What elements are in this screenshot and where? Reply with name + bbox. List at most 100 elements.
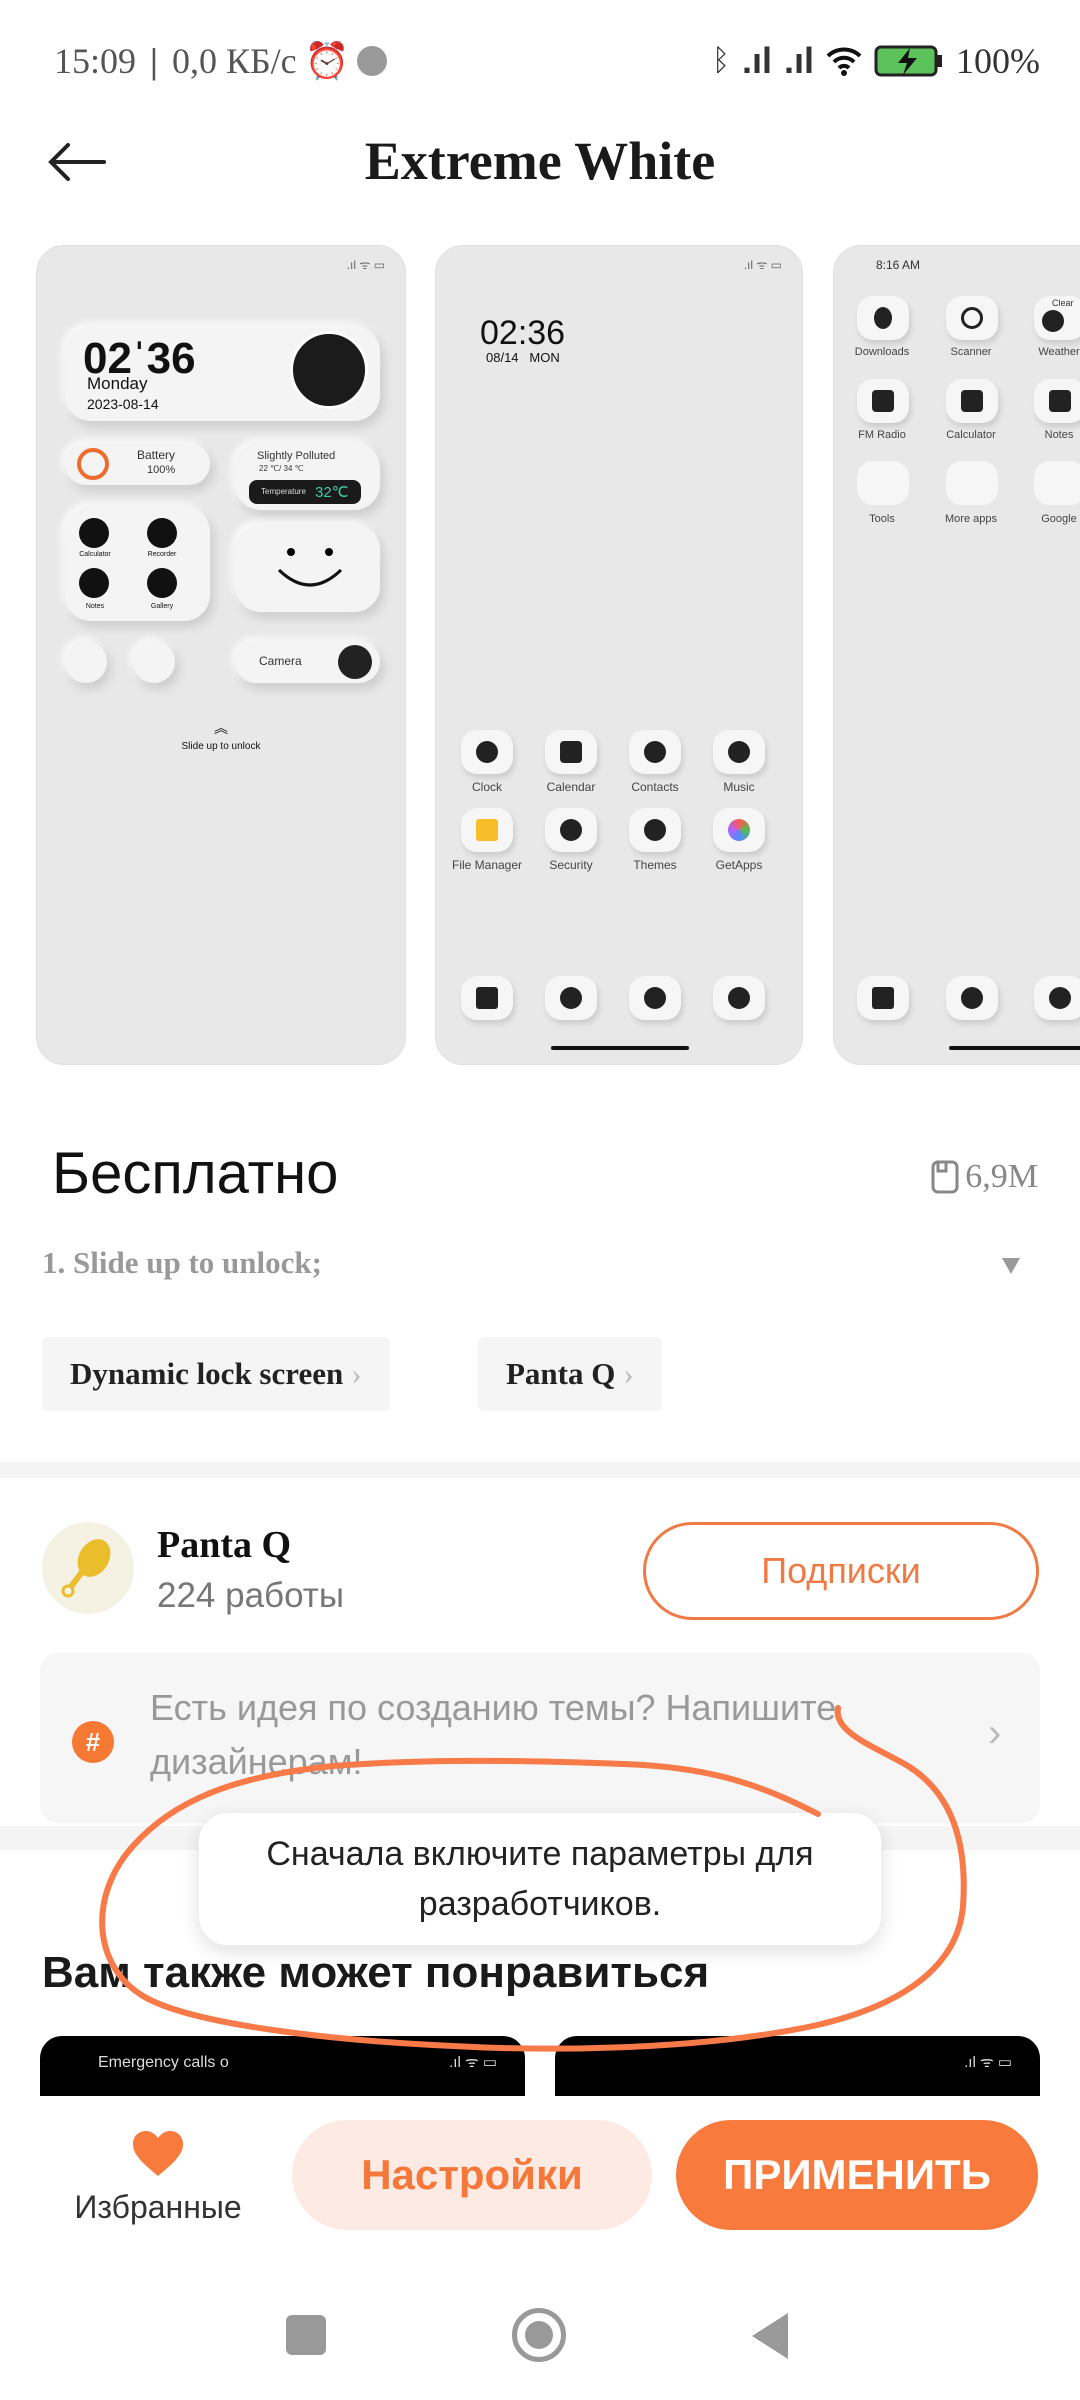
analog-clock-icon (290, 331, 368, 409)
app-label: Music (723, 780, 755, 794)
camera-label: Camera (259, 654, 302, 668)
home-time: 02:36 (480, 314, 566, 352)
phone-dock-icon (461, 976, 513, 1020)
toast-message: Сначала включите параметры для разработч… (198, 1812, 882, 1946)
tag-label: Panta Q (506, 1356, 616, 1391)
signal-icon: .ıl (783, 40, 814, 81)
recommend-thumb[interactable]: Emergency calls o .ıl ᯤ ▭ (40, 2036, 525, 2096)
calendar-app-icon (545, 730, 597, 774)
getapps-app-icon (713, 808, 765, 852)
drawer-time: 8:16 AM (876, 258, 921, 272)
alarm-icon: ⏰ (304, 41, 350, 81)
battery-ring-icon (77, 448, 109, 480)
favorite-button[interactable]: Избранные (58, 2130, 258, 2240)
app-label: GetApps (715, 858, 763, 872)
nav-back-button[interactable] (752, 2313, 788, 2359)
battery-charging-icon (874, 45, 942, 77)
subscribe-button[interactable]: Подписки (643, 1522, 1039, 1620)
file-size-value: 6,9M (965, 1158, 1038, 1195)
app-label: Calendar (546, 780, 596, 794)
nav-home-button[interactable] (512, 2308, 566, 2362)
preview-lockscreen[interactable]: .ıl ᯤ ▭ 02ˈ36 Monday 2023-08-14 Battery … (36, 245, 406, 1065)
security-app-icon (545, 808, 597, 852)
app-label: Weather (1038, 346, 1080, 358)
tag-label: Dynamic lock screen (70, 1356, 344, 1391)
designer-idea-text: Есть идея по созданию темы? Напишите диз… (150, 1687, 837, 1782)
nav-recents-button[interactable] (286, 2315, 326, 2355)
page-title: Extreme White (364, 131, 716, 191)
lock-day: Monday (87, 374, 148, 393)
designer-idea-card[interactable]: # Есть идея по созданию темы? Напишите д… (40, 1653, 1040, 1823)
slide-unlock-text: Slide up to unlock (181, 741, 261, 752)
battery-percent: 100% (956, 41, 1040, 81)
tag-panta-q[interactable]: Panta Q › (478, 1337, 662, 1411)
weather-text: Slightly Polluted (257, 450, 336, 462)
tag-dynamic-lock-screen[interactable]: Dynamic lock screen › (42, 1337, 390, 1411)
signal-icon: .ıl (741, 40, 772, 81)
recommend-title: Вам также может понравиться (42, 1948, 710, 1997)
smiley-widget (235, 524, 380, 612)
home-date: 08/14 (486, 350, 519, 365)
themes-app-icon (629, 808, 681, 852)
status-icons: .ıl ᯤ ▭ (449, 2054, 497, 2071)
contacts-app-icon (629, 730, 681, 774)
apply-button[interactable]: ПРИМЕНИТЬ (676, 2120, 1038, 2230)
app-label: Calculator (79, 551, 111, 558)
smiley-icon (277, 548, 343, 587)
theme-description: 1. Slide up to unlock; (42, 1245, 322, 1280)
camera-dock-icon (713, 976, 765, 1020)
expand-description-icon[interactable] (1002, 1258, 1020, 1274)
app-label: Themes (633, 858, 677, 872)
preview-app-drawer[interactable]: 8:16 AM Clear Downloads Scanner Weather … (833, 245, 1080, 1065)
section-divider (0, 1462, 1080, 1478)
weather-badge-text: Clear (1052, 298, 1074, 308)
google-folder-icon (1034, 461, 1080, 505)
settings-button[interactable]: Настройки (292, 2120, 652, 2230)
gallery-dock-icon (946, 976, 998, 1020)
app-label: Google (1041, 513, 1077, 525)
badge-100-icon (357, 46, 388, 76)
more-apps-folder-icon (946, 461, 998, 505)
wifi-icon (826, 47, 862, 76)
price-label: Бесплатно (52, 1141, 339, 1206)
app-label: Recorder (147, 551, 177, 558)
scanner-app-icon (946, 296, 998, 340)
music-app-icon (713, 730, 765, 774)
home-indicator (551, 1046, 689, 1050)
chevron-up-icon: ︽ (214, 720, 228, 736)
status-separator: | (150, 41, 158, 81)
bluetooth-icon: ᛒ (711, 44, 730, 77)
lock-date: 2023-08-14 (87, 396, 159, 412)
app-label: Tools (869, 513, 895, 525)
messages-dock-icon (1034, 976, 1080, 1020)
weather-app-icon: Clear (1034, 296, 1080, 340)
battery-value: 100% (147, 464, 176, 476)
drumstick-icon (61, 1539, 111, 1598)
app-label: More apps (945, 513, 997, 525)
messages-dock-icon (629, 976, 681, 1020)
network-speed: 0,0 КБ/с (171, 41, 297, 81)
author-name[interactable]: Panta Q (157, 1523, 291, 1567)
thumb-text: Emergency calls o (98, 2054, 229, 2071)
preview-homescreen[interactable]: .ıl ᯤ ▭ 02:36 08/14 MON Clock Calendar C… (435, 245, 803, 1065)
hashtag-icon: # (72, 1721, 114, 1763)
fm-radio-app-icon (857, 379, 909, 423)
downloads-app-icon (857, 296, 909, 340)
tshirt-icon (133, 641, 175, 683)
tools-folder-icon (857, 461, 909, 505)
app-label: File Manager (451, 858, 523, 872)
app-label: Security (549, 858, 593, 872)
app-label: Downloads (854, 346, 910, 358)
app-label: Notes (85, 603, 105, 610)
author-avatar[interactable] (42, 1522, 134, 1614)
calculator-app-icon (946, 379, 998, 423)
app-label: Notes (1044, 429, 1074, 441)
temp-range: 22 ℃/ 34 ℃ (259, 464, 304, 473)
gallery-dock-icon (545, 976, 597, 1020)
app-label: Contacts (631, 780, 679, 794)
notes-app-icon (1034, 379, 1080, 423)
phone-dock-icon (857, 976, 909, 1020)
clock-widget: 02ˈ36 Monday 2023-08-14 (65, 326, 380, 421)
recommend-thumb[interactable]: .ıl ᯤ ▭ (555, 2036, 1040, 2096)
temp-label: Temperature (261, 487, 306, 496)
